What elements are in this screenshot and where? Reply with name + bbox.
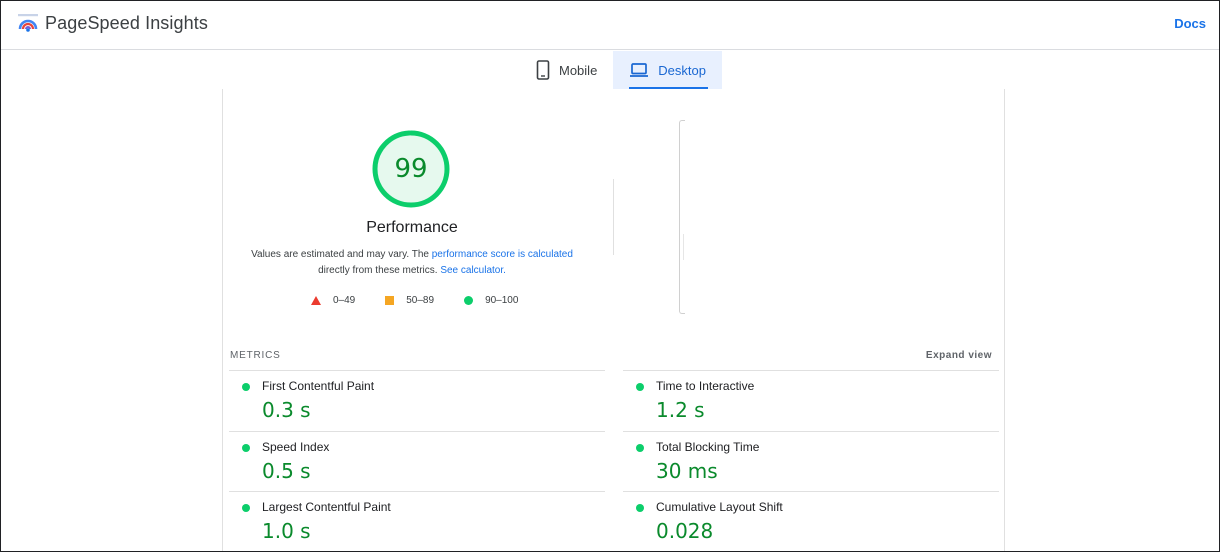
performance-score-value: 99 [394, 154, 428, 184]
green-circle-icon [636, 383, 644, 391]
performance-title: Performance [366, 219, 458, 236]
metric-value: 0.5 s [262, 459, 311, 483]
metric-name: Speed Index [262, 440, 330, 454]
metric-value: 1.2 s [656, 398, 705, 422]
metric-time-to-interactive: Time to Interactive 1.2 s [623, 370, 999, 430]
performance-description: Values are estimated and may vary. The p… [248, 247, 576, 279]
app-title: PageSpeed Insights [45, 13, 208, 33]
red-triangle-icon [311, 296, 321, 305]
legend-range: 50–89 [406, 295, 435, 306]
docs-link[interactable]: Docs [1174, 16, 1206, 31]
column-divider [613, 179, 614, 255]
metric-first-contentful-paint: First Contentful Paint 0.3 s [229, 370, 605, 430]
legend-range: 0–49 [333, 295, 356, 306]
mobile-phone-icon [536, 60, 550, 80]
legend-item-pass: 90–100 [464, 295, 518, 306]
app-header: PageSpeed Insights Docs [1, 1, 1219, 50]
orange-square-icon [385, 296, 395, 305]
metric-largest-contentful-paint: Largest Contentful Paint 1.0 s [229, 491, 605, 551]
green-circle-icon [464, 296, 474, 305]
metric-value: 0.028 [656, 519, 714, 543]
green-circle-icon [636, 504, 644, 512]
metric-name: Cumulative Layout Shift [656, 500, 783, 514]
green-circle-icon [242, 383, 250, 391]
expand-view-button[interactable]: Expand view [926, 350, 992, 361]
tab-mobile[interactable]: Mobile [520, 51, 613, 89]
metric-name: Largest Contentful Paint [262, 500, 391, 514]
green-circle-icon [636, 444, 644, 452]
tab-desktop-label: Desktop [658, 62, 706, 78]
green-circle-icon [242, 444, 250, 452]
metric-value: 1.0 s [262, 519, 311, 543]
screenshot-divider [683, 234, 684, 260]
score-legend: 0–49 50–89 90–100 [311, 295, 548, 306]
metrics-section-label: METRICS [230, 350, 281, 361]
performance-score-link[interactable]: performance score is calculated [432, 249, 573, 260]
metric-name: Time to Interactive [656, 379, 755, 393]
metric-value: 30 ms [656, 459, 718, 483]
metric-total-blocking-time: Total Blocking Time 30 ms [623, 431, 999, 491]
description-text-1: Values are estimated and may vary. The [251, 249, 432, 260]
report-card: 99 Performance Values are estimated and … [222, 89, 1005, 552]
tab-desktop[interactable]: Desktop [613, 51, 722, 89]
metric-name: Total Blocking Time [656, 440, 760, 454]
description-text-2: directly from these metrics. [318, 265, 441, 276]
laptop-icon [630, 63, 649, 77]
legend-item-average: 50–89 [385, 295, 434, 306]
metric-speed-index: Speed Index 0.5 s [229, 431, 605, 491]
tab-mobile-label: Mobile [559, 62, 598, 78]
legend-range: 90–100 [485, 295, 519, 306]
page-screenshot-frame [679, 120, 685, 314]
green-circle-icon [242, 504, 250, 512]
see-calculator-link[interactable]: See calculator. [440, 265, 506, 276]
legend-item-fail: 0–49 [311, 295, 355, 306]
pagespeed-logo-icon [18, 14, 38, 32]
metric-value: 0.3 s [262, 398, 311, 422]
metric-name: First Contentful Paint [262, 379, 375, 393]
metric-cumulative-layout-shift: Cumulative Layout Shift 0.028 [623, 491, 999, 551]
device-tabs: Mobile Desktop [520, 51, 722, 89]
